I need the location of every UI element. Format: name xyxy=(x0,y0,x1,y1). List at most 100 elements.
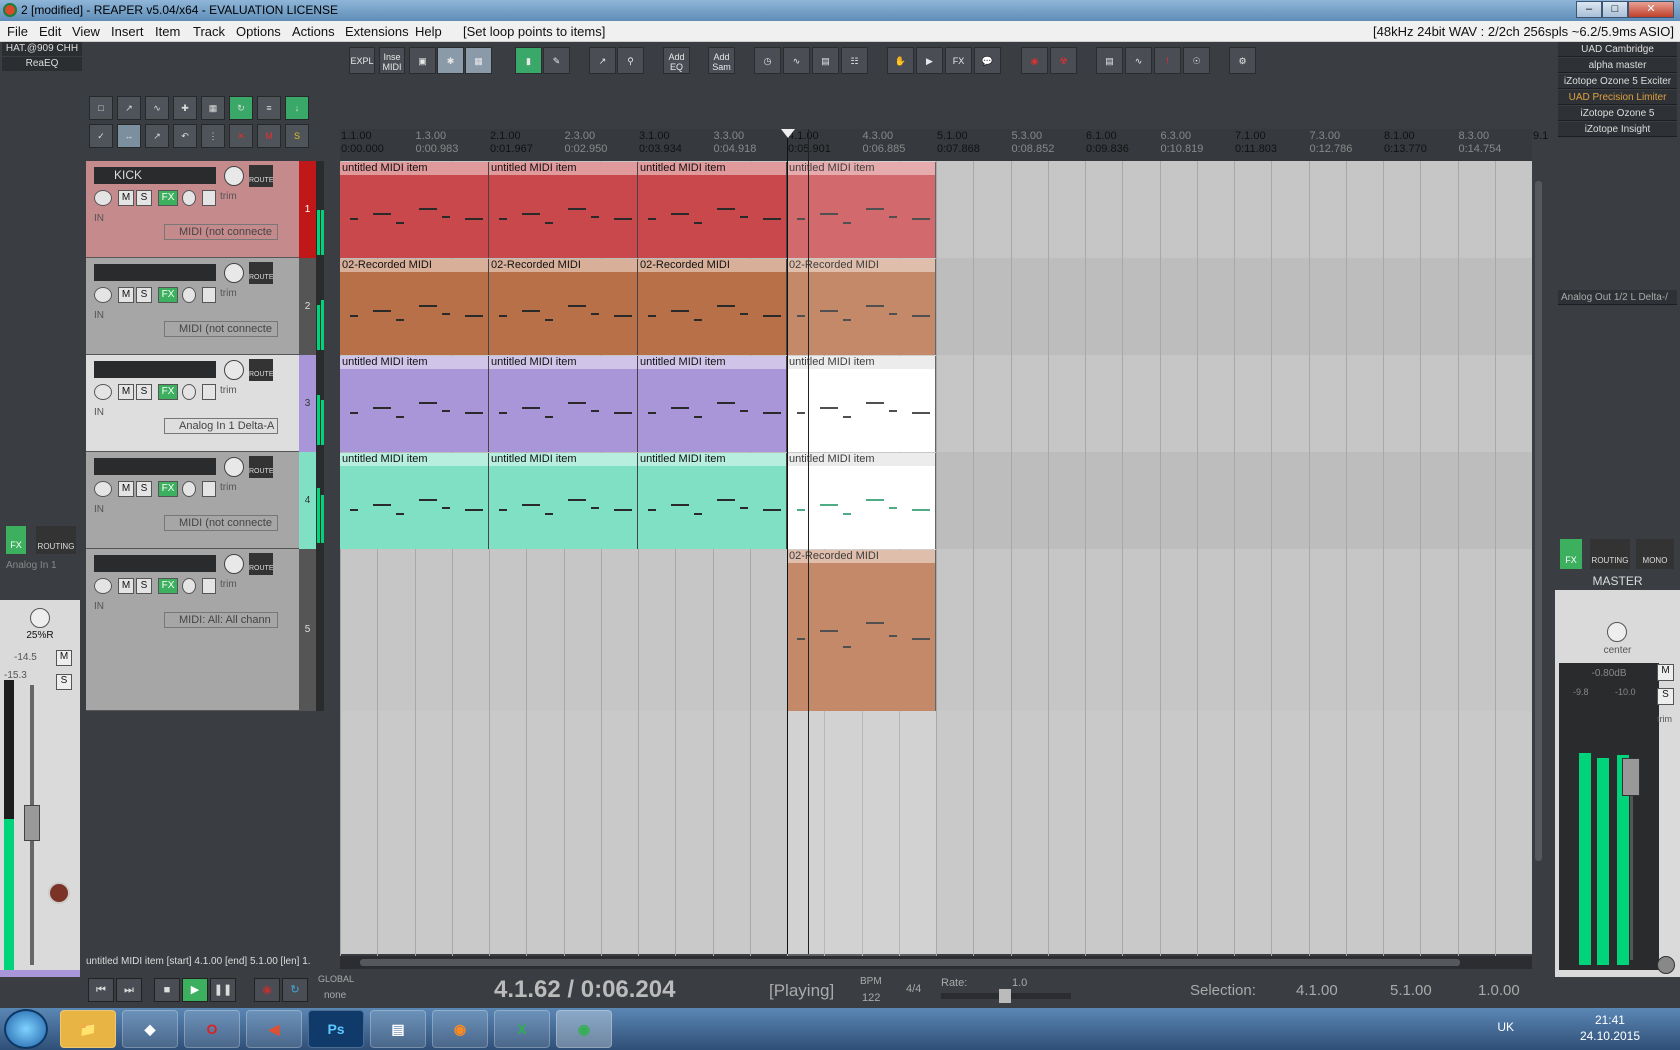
start-button[interactable] xyxy=(4,1009,48,1049)
mute-button[interactable]: M xyxy=(118,190,134,206)
envelope-icon[interactable] xyxy=(202,287,216,303)
volume-knob[interactable] xyxy=(224,360,244,380)
track-name[interactable]: KICK xyxy=(94,167,216,184)
fx-button[interactable]: FX xyxy=(158,481,178,497)
system-clock[interactable]: 21:41 24.10.2015 xyxy=(1580,1012,1640,1044)
track-number[interactable]: 2 xyxy=(299,258,316,355)
input-select[interactable]: MIDI (not connecte xyxy=(164,321,278,337)
track-number[interactable]: 4 xyxy=(299,452,316,549)
volume-knob[interactable] xyxy=(224,457,244,477)
track-name[interactable] xyxy=(94,555,216,572)
hand-icon[interactable]: ✋ xyxy=(887,47,914,74)
mute-button[interactable]: M xyxy=(118,287,134,303)
track-number[interactable]: 3 xyxy=(299,355,316,452)
firefox-taskbar-icon[interactable]: ◉ xyxy=(432,1010,488,1048)
render-icon[interactable]: ↗ xyxy=(117,96,141,120)
midi-item[interactable]: untitled MIDI item xyxy=(340,162,489,258)
route-button[interactable]: ROUTE xyxy=(249,456,274,478)
scissor-icon[interactable]: ✚ xyxy=(173,96,197,120)
language-indicator[interactable]: UK xyxy=(1497,1020,1514,1034)
alert-icon[interactable]: ! xyxy=(1154,47,1181,74)
record-icon[interactable]: ◉ xyxy=(254,978,280,1002)
pan-knob[interactable] xyxy=(94,384,112,400)
master-routing-button[interactable]: ROUTING xyxy=(1590,539,1630,569)
midi-item[interactable]: 02-Recorded MIDI xyxy=(340,259,489,355)
playhead-marker[interactable] xyxy=(781,129,795,138)
fx-slot[interactable]: iZotope Ozone 5 Maximizer xyxy=(1558,106,1677,134)
master-fx-button[interactable]: FX xyxy=(1560,539,1582,569)
zoom-fit-icon[interactable]: ▣ xyxy=(409,47,436,74)
automation-mode[interactable]: none xyxy=(324,990,346,1001)
input-select[interactable]: MIDI: All: All chann xyxy=(164,612,278,628)
menu-insert[interactable]: Insert xyxy=(111,24,144,39)
fx-button[interactable]: FX xyxy=(158,578,178,594)
route-button[interactable]: ROUTE xyxy=(249,359,274,381)
input-select[interactable]: MIDI (not connecte xyxy=(164,224,278,240)
vertical-scrollbar[interactable] xyxy=(1532,161,1545,956)
bpm-value[interactable]: 122 xyxy=(862,992,880,1004)
fx-slot[interactable]: UAD Precision Limiter xyxy=(1558,90,1677,105)
midi-item[interactable]: untitled MIDI item xyxy=(638,453,787,549)
time-signature[interactable]: 4/4 xyxy=(906,983,921,995)
output-select[interactable]: Analog Out 1/2 L Delta-/ xyxy=(1558,290,1677,305)
midi-item[interactable]: untitled MIDI item xyxy=(340,356,489,452)
volume-knob[interactable] xyxy=(224,166,244,186)
dot-grid-icon[interactable]: ⋮ xyxy=(201,124,225,148)
midi-item[interactable]: untitled MIDI item xyxy=(340,453,489,549)
explorer-taskbar-icon[interactable]: 📁 xyxy=(60,1010,116,1048)
grid-icon[interactable]: ▦ xyxy=(465,47,492,74)
menu-options[interactable]: Options xyxy=(236,24,281,39)
radiation-icon[interactable]: ☢ xyxy=(1050,47,1077,74)
midi-item[interactable]: 02-Recorded MIDI xyxy=(489,259,638,355)
track-name[interactable] xyxy=(94,264,216,281)
track-header-5[interactable]: ROUTE M S FX trim IN MIDI: All: All chann xyxy=(86,549,299,711)
lips-icon[interactable]: ◉ xyxy=(1021,47,1048,74)
tuning-icon[interactable]: ✓ xyxy=(89,124,113,148)
zoom-icon[interactable]: ⚲ xyxy=(617,47,644,74)
fx-button[interactable]: FX xyxy=(158,190,178,206)
midi-item[interactable]: 02-Recorded MIDI xyxy=(638,259,787,355)
route-button[interactable]: ROUTE xyxy=(249,262,274,284)
midi-item[interactable]: untitled MIDI item xyxy=(638,356,787,452)
fx-browser-icon[interactable]: FX xyxy=(945,47,972,74)
rack-icon[interactable]: ☷ xyxy=(841,47,868,74)
play-icon[interactable]: ▶ xyxy=(182,978,208,1002)
envelope-icon[interactable] xyxy=(202,578,216,594)
input-select[interactable]: Analog In 1 Delta-A xyxy=(164,418,278,434)
undo-icon[interactable]: ↶ xyxy=(173,124,197,148)
track-number[interactable]: 5 xyxy=(299,549,316,711)
track-header-2[interactable]: ROUTE M S FX trim IN MIDI (not connecte xyxy=(86,258,299,355)
route-button[interactable]: ROUTE xyxy=(249,165,274,187)
phase-icon[interactable] xyxy=(182,481,196,497)
pencil-icon[interactable]: ✎ xyxy=(543,47,570,74)
master-mute-button[interactable]: M xyxy=(1657,664,1674,681)
route-button[interactable]: ROUTE xyxy=(249,553,274,575)
envelope-icon[interactable] xyxy=(202,190,216,206)
solo-button[interactable]: S xyxy=(136,481,152,497)
repeat-icon[interactable]: ↻ xyxy=(282,978,308,1002)
app-taskbar-icon[interactable]: ◆ xyxy=(122,1010,178,1048)
maximize-button[interactable]: □ xyxy=(1602,1,1628,18)
track-number[interactable]: 1 xyxy=(299,161,316,258)
comment-icon[interactable]: 💬 xyxy=(974,47,1001,74)
menu-file[interactable]: File xyxy=(7,24,28,39)
phase-icon[interactable] xyxy=(182,190,196,206)
move-icon[interactable]: ▶ xyxy=(916,47,943,74)
pan-knob[interactable] xyxy=(94,578,112,594)
pan-knob[interactable] xyxy=(30,608,50,628)
mono-button[interactable]: MONO xyxy=(1636,539,1674,569)
mute-button[interactable]: M xyxy=(56,650,72,666)
menu-extensions[interactable]: Extensions xyxy=(345,24,409,39)
menu-actions[interactable]: Actions xyxy=(292,24,335,39)
mute-button[interactable]: M xyxy=(118,481,134,497)
midi-item[interactable]: untitled MIDI item xyxy=(489,162,638,258)
loop-icon[interactable]: ↻ xyxy=(229,96,253,120)
input-select[interactable]: MIDI (not connecte xyxy=(164,515,278,531)
menu-edit[interactable]: Edit xyxy=(39,24,61,39)
insert-midi-button[interactable]: Inse MIDI xyxy=(379,47,405,74)
volume-fader[interactable] xyxy=(24,805,40,841)
horizontal-scroll-thumb[interactable] xyxy=(360,959,1460,966)
menu-help[interactable]: Help xyxy=(415,24,442,39)
pan-knob[interactable] xyxy=(94,481,112,497)
fx-button[interactable]: FX xyxy=(6,526,26,554)
